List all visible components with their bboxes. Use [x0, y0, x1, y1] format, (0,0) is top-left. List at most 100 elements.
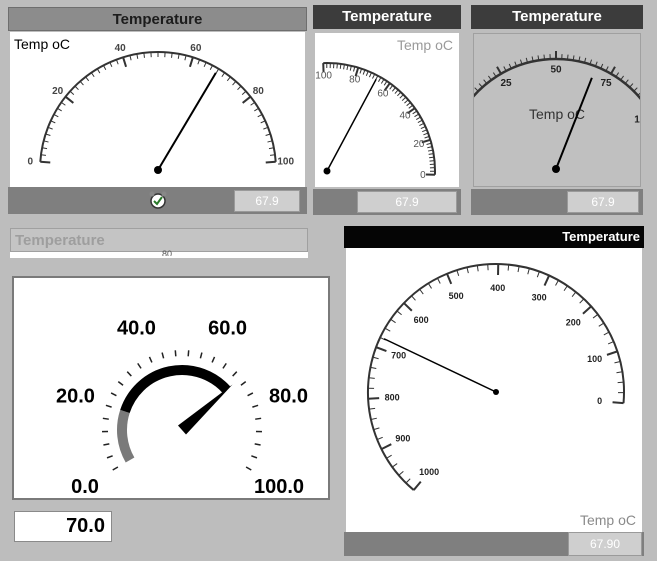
gauge-4-tick — [251, 455, 258, 459]
gauge-panel-2: Temperature Temp oC 0 20 40 60 80 100 67.9 — [313, 5, 461, 215]
major-tick — [446, 273, 453, 285]
minor-tick — [637, 92, 640, 96]
tick-label: 0 — [420, 170, 426, 181]
minor-tick — [143, 52, 145, 58]
minor-tick — [478, 83, 483, 88]
gauge-3-title: Temperature — [471, 5, 643, 29]
gauge-4-tick-label: 0.0 — [71, 476, 99, 498]
minor-tick — [250, 101, 255, 106]
minor-tick — [386, 454, 392, 459]
minor-tick — [376, 436, 383, 440]
tick-label: 600 — [414, 315, 429, 325]
minor-tick — [419, 122, 425, 126]
minor-tick — [394, 89, 399, 94]
gauge-1-readout: 67.9 — [234, 190, 300, 212]
minor-tick — [53, 114, 59, 118]
minor-tick — [466, 267, 469, 274]
gauge-4-tick-label: 80.0 — [269, 385, 308, 407]
gauge-4-tick — [252, 404, 259, 408]
minor-tick — [411, 295, 416, 301]
gauge-needle — [177, 384, 233, 435]
minor-tick — [370, 366, 377, 370]
needle-hub — [154, 166, 162, 174]
gauge-4-tick — [161, 352, 165, 359]
gauge-4-band-low — [117, 409, 135, 463]
tick-label: 500 — [449, 291, 464, 301]
gauge-2-readout: 67.9 — [357, 191, 457, 213]
minor-tick — [405, 478, 411, 484]
minor-tick — [85, 76, 90, 82]
minor-tick — [427, 283, 432, 289]
minor-tick — [592, 314, 599, 319]
minor-tick — [391, 87, 396, 92]
minor-tick — [399, 94, 404, 99]
tick-label: 60 — [190, 43, 202, 54]
minor-tick — [419, 288, 424, 295]
minor-tick — [633, 87, 638, 92]
gauge-4-tick — [255, 417, 262, 420]
minor-tick — [241, 90, 247, 95]
major-tick — [606, 350, 618, 356]
gauge-4-tick — [102, 417, 109, 420]
minor-tick — [368, 377, 375, 379]
gauge-3-dial: 0255075100 — [474, 51, 640, 173]
minor-tick — [543, 54, 545, 60]
gauge-panel-1: Temperature Temp oC 0 20 40 60 80 100 67.9 — [8, 5, 307, 215]
gauge-3-face: Temp oC 0255075100 — [473, 33, 641, 187]
gauge-4-tick — [199, 352, 203, 359]
minor-tick — [398, 471, 404, 476]
minor-tick — [571, 291, 577, 297]
minor-tick — [221, 72, 226, 78]
g5svg-arc — [367, 263, 625, 491]
gauge-4-tick-label: 20.0 — [56, 385, 95, 407]
gauge-1-face: Temp oC 0 20 40 60 80 100 — [10, 32, 305, 187]
minor-tick — [414, 113, 420, 118]
minor-tick — [527, 268, 530, 275]
tick-label: 300 — [532, 293, 547, 303]
minor-tick — [269, 154, 276, 156]
minor-tick — [69, 90, 75, 95]
minor-tick — [109, 62, 113, 68]
minor-tick — [383, 80, 388, 86]
minor-tick — [415, 116, 421, 120]
tick-label: 80 — [349, 75, 361, 86]
minor-tick — [417, 119, 423, 123]
minor-tick — [476, 265, 479, 272]
gauge-panel-hidden: Temperature 80 — [8, 226, 308, 260]
gauge-5-title: Temperature — [344, 226, 644, 248]
tick-label: 75 — [600, 78, 612, 89]
minor-tick — [563, 285, 568, 292]
minor-tick — [406, 102, 411, 107]
minor-tick — [370, 417, 377, 420]
gauge-1-dial: 0 20 40 60 80 100 — [28, 43, 294, 174]
minor-tick — [368, 72, 372, 78]
gauge-4-tick — [232, 371, 238, 377]
gauge-4-dial: 0.0 20.0 40.0 60.0 80.0 100.0 — [56, 318, 308, 498]
minor-tick — [260, 120, 266, 124]
gauge-3-footer: 67.9 — [471, 189, 643, 215]
gauge-4-tick — [174, 350, 177, 357]
minor-tick — [437, 277, 441, 284]
alarm-clock-icon[interactable] — [148, 190, 168, 210]
minor-tick — [603, 331, 610, 336]
minor-tick — [389, 84, 394, 90]
minor-tick — [372, 356, 379, 360]
major-tick — [242, 95, 252, 104]
tick-label: 100 — [587, 354, 602, 364]
major-tick — [403, 302, 413, 312]
minor-tick — [90, 72, 95, 78]
minor-tick — [232, 80, 237, 86]
tick-label: 80 — [253, 86, 265, 97]
gauge-4-tick — [105, 404, 112, 408]
gauge-1-footer: 67.9 — [8, 187, 307, 214]
minor-tick — [96, 68, 101, 74]
minor-tick — [392, 463, 398, 468]
minor-tick — [615, 72, 620, 78]
tick-label: 1000 — [419, 467, 439, 477]
minor-tick — [579, 298, 585, 304]
minor-tick — [384, 327, 391, 332]
gauge-4-tick-label: 100.0 — [254, 476, 304, 498]
gauge-needle — [383, 338, 497, 393]
minor-tick — [369, 407, 376, 410]
minor-tick — [209, 65, 213, 71]
